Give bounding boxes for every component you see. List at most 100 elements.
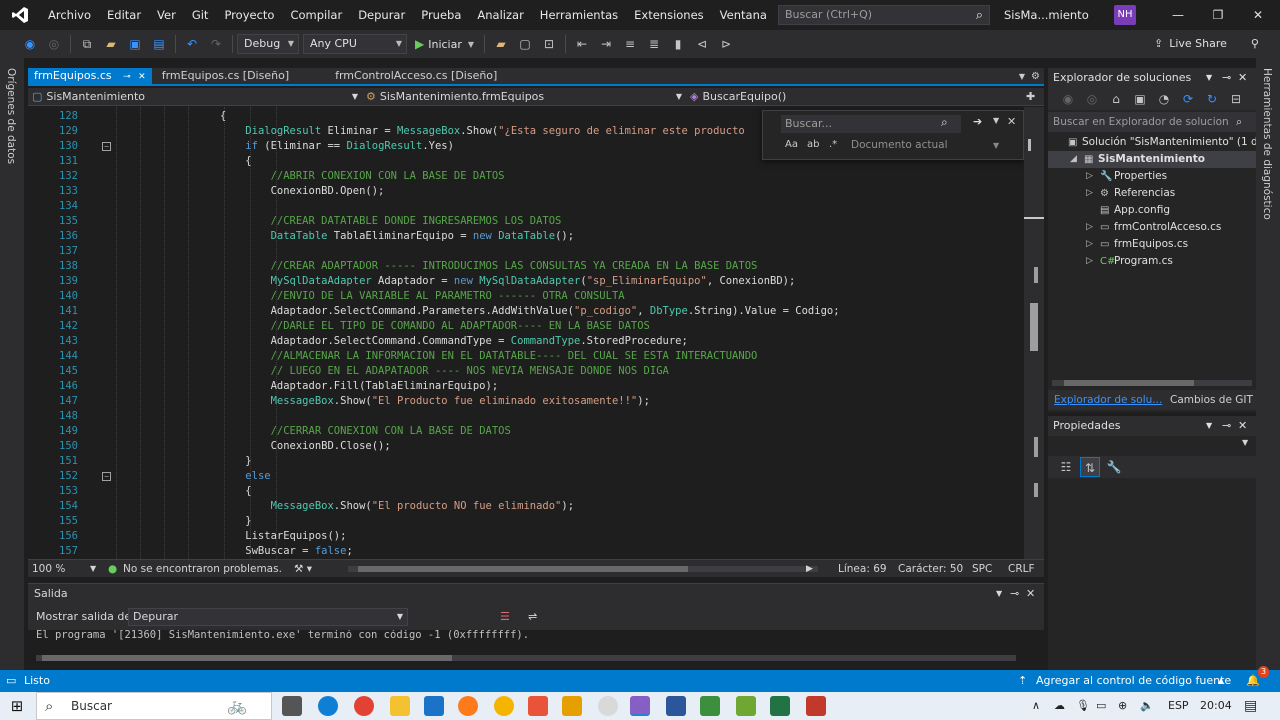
regex-icon[interactable]: .* (829, 139, 837, 150)
chevron-down-icon[interactable]: ▼ (1242, 438, 1248, 447)
code-line[interactable]: 145 // LUEGO EN EL ADAPATADOR ---- NOS N… (28, 364, 1024, 379)
search-icon[interactable]: ⌕ (941, 115, 948, 130)
tree-item[interactable]: ▷ ▭ frmControlAcceso.cs (1048, 219, 1256, 236)
pin-icon[interactable]: ⊸ (1010, 584, 1019, 604)
screenshot-icon[interactable]: ▢ (515, 34, 535, 54)
output-source-select[interactable]: Depurar ▼ (128, 608, 408, 626)
class-dropdown[interactable]: ⚙ SisMantenimiento.frmEquipos ▼ (366, 89, 686, 105)
microphone-icon[interactable]: 🎙 (1076, 692, 1090, 720)
tab-frmequipos-design[interactable]: frmEquipos.cs [Diseño] (156, 68, 295, 84)
collapse-icon[interactable]: − (102, 472, 111, 481)
code-line[interactable]: 154 MessageBox.Show("El producto NO fue … (28, 499, 1024, 514)
firefox-icon[interactable] (458, 696, 478, 716)
language-indicator[interactable]: ESP (1168, 692, 1189, 720)
new-project-icon[interactable]: ⧉ (77, 34, 97, 54)
visual-studio-logo-icon[interactable] (0, 0, 40, 30)
comment-icon[interactable]: ≡ (620, 34, 640, 54)
tab-solution-explorer[interactable]: Explorador de solu... (1054, 390, 1162, 410)
clock[interactable]: 20:04 (1200, 692, 1232, 720)
code-line[interactable]: 135 //CREAR DATATABLE DONDE INGRESAREMOS… (28, 214, 1024, 229)
live-share-button[interactable]: ⇪ Live Share ⚲ (1154, 30, 1259, 58)
tab-git-changes[interactable]: Cambios de GIT (1170, 390, 1253, 410)
redo-icon[interactable]: ↷ (206, 34, 226, 54)
close-icon[interactable]: ✕ (138, 72, 146, 82)
notepad-plus-icon[interactable] (736, 696, 756, 716)
windows-start-icon[interactable]: ⊞ (0, 692, 34, 720)
home-icon[interactable]: ⌂ (1106, 89, 1126, 109)
code-line[interactable]: 147 MessageBox.Show("El Producto fue eli… (28, 394, 1024, 409)
code-line[interactable]: 133 ConexionBD.Open(); (28, 184, 1024, 199)
toggle-icon[interactable]: ⊡ (539, 34, 559, 54)
categorized-icon[interactable]: ☷ (1056, 457, 1076, 477)
collapse-icon[interactable]: − (102, 142, 111, 151)
split-editor-icon[interactable]: ✚ (1026, 89, 1040, 105)
expand-arrow-icon[interactable]: ▷ (1086, 236, 1093, 253)
volume-icon[interactable]: 🔈 (1140, 692, 1154, 720)
menu-item-ventana[interactable]: Ventana (712, 0, 775, 30)
find-input[interactable]: Buscar... (781, 115, 961, 133)
close-icon[interactable]: ✕ (1007, 115, 1016, 128)
tree-item[interactable]: ▷ ⚙ Referencias (1048, 185, 1256, 202)
clear-all-icon[interactable]: ☰ (500, 604, 510, 630)
chrome-icon[interactable] (354, 696, 374, 716)
match-case-icon[interactable]: Aa (785, 139, 798, 150)
bookmark-icon[interactable]: ▮ (668, 34, 688, 54)
code-line[interactable]: 149 //CERRAR CONEXION CON LA BASE DE DAT… (28, 424, 1024, 439)
menu-item-depurar[interactable]: Depurar (350, 0, 413, 30)
pin-icon[interactable]: ⊸ (1222, 68, 1231, 88)
bookmark-prev-icon[interactable]: ⊲ (692, 34, 712, 54)
back-icon[interactable]: ◉ (1058, 89, 1078, 109)
code-line[interactable]: 151 } (28, 454, 1024, 469)
edge-icon[interactable] (318, 696, 338, 716)
save-all-icon[interactable]: ▤ (149, 34, 169, 54)
menu-item-editar[interactable]: Editar (99, 0, 149, 30)
code-line[interactable]: 146 Adaptador.Fill(TablaEliminarEquipo); (28, 379, 1024, 394)
code-line[interactable]: 139 MySqlDataAdapter Adaptador = new MyS… (28, 274, 1024, 289)
menu-item-archivo[interactable]: Archivo (40, 0, 99, 30)
chevron-down-icon[interactable]: ▼ (1206, 68, 1212, 88)
app-icon[interactable] (528, 696, 548, 716)
sync-icon[interactable]: ⟳ (1178, 89, 1198, 109)
code-line[interactable]: 140 //ENVIO DE LA VARIABLE AL PARAMETRO … (28, 289, 1024, 304)
sublime-icon[interactable] (562, 696, 582, 716)
code-line[interactable]: 142 //DARLE EL TIPO DE COMANDO AL ADAPTA… (28, 319, 1024, 334)
expand-arrow-icon[interactable]: ◢ (1070, 151, 1077, 168)
alphabetical-icon[interactable]: ⇅ (1080, 457, 1100, 477)
back-icon[interactable]: ◉ (20, 34, 40, 54)
pin-icon[interactable]: ⊸ (123, 72, 131, 82)
collapse-all-icon[interactable]: ⊟ (1226, 89, 1246, 109)
chevron-down-icon[interactable]: ▼ (1206, 416, 1212, 436)
horizontal-scroll-thumb[interactable] (358, 566, 688, 572)
indent-icon[interactable]: ⇤ (572, 34, 592, 54)
maximize-icon[interactable]: ❐ (1198, 0, 1238, 30)
code-line[interactable]: 153 { (28, 484, 1024, 499)
close-icon[interactable]: ✕ (1238, 0, 1278, 30)
scope-dropdown[interactable]: Documento actual (851, 139, 948, 151)
scroll-right-icon[interactable]: ▶ (806, 560, 813, 578)
problems-status[interactable]: No se encontraron problemas. (123, 560, 282, 578)
code-editor[interactable]: 128 {129 DialogResult Eliminar = MessageB… (28, 107, 1024, 559)
menu-item-compilar[interactable]: Compilar (282, 0, 350, 30)
add-source-control-button[interactable]: Agregar al control de código fuente (1036, 670, 1231, 692)
settings-gear-icon[interactable]: ⚙ (1031, 71, 1040, 82)
word-icon[interactable] (666, 696, 686, 716)
whole-word-icon[interactable]: ab (807, 139, 819, 150)
code-line[interactable]: 137 (28, 244, 1024, 259)
code-line[interactable]: 152 − else (28, 469, 1024, 484)
outdent-icon[interactable]: ⇥ (596, 34, 616, 54)
code-line[interactable]: 141 Adaptador.SelectCommand.Parameters.A… (28, 304, 1024, 319)
menu-item-proyecto[interactable]: Proyecto (216, 0, 282, 30)
chevron-down-icon[interactable]: ▼ (996, 584, 1002, 604)
code-line[interactable]: 148 (28, 409, 1024, 424)
file-explorer-icon[interactable] (390, 696, 410, 716)
menu-item-herramientas[interactable]: Herramientas (532, 0, 626, 30)
expand-arrow-icon[interactable]: ▷ (1086, 253, 1093, 270)
member-dropdown[interactable]: ◈ BuscarEquipo() (690, 89, 1020, 105)
browse-icon[interactable]: ▰ (491, 34, 511, 54)
menu-item-ver[interactable]: Ver (149, 0, 184, 30)
avatar[interactable]: NH (1114, 5, 1136, 25)
task-view-icon[interactable] (282, 696, 302, 716)
expand-arrow-icon[interactable]: ▷ (1086, 185, 1093, 202)
code-line[interactable]: 155 } (28, 514, 1024, 529)
tree-item[interactable]: ▷ C# Program.cs (1048, 253, 1256, 270)
